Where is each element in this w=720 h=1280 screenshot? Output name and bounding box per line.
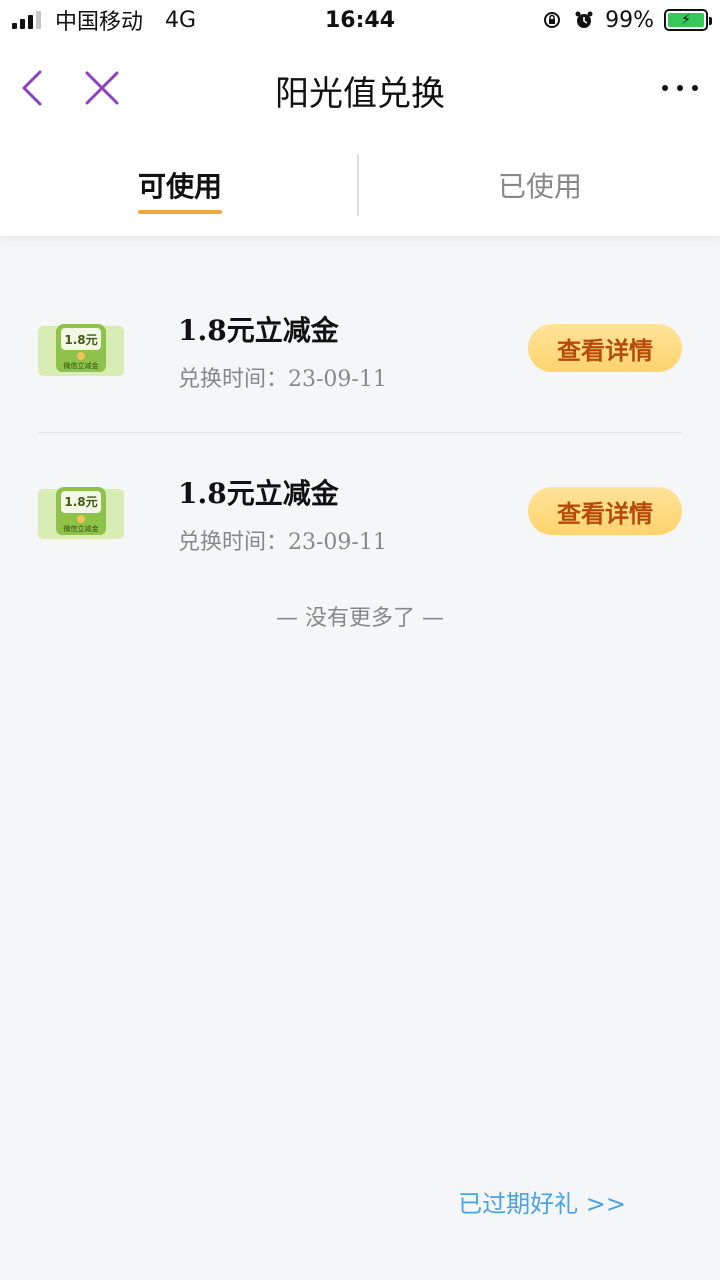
thumb-value: 1.8元 bbox=[61, 328, 101, 350]
tab-active-indicator bbox=[138, 210, 222, 214]
signal-icon bbox=[12, 11, 41, 29]
item-date: 兑换时间：23-09-11 bbox=[178, 529, 387, 555]
thumb-dot bbox=[77, 352, 85, 360]
more-dot-icon bbox=[677, 85, 683, 91]
battery-percent: 99% bbox=[605, 7, 654, 33]
list-item: 1.8元 微信立减金 1.8元立减金 兑换时间：23-09-11 查看详情 bbox=[38, 270, 682, 432]
battery-icon: ⚡ bbox=[664, 9, 712, 31]
thumb-sub: 微信立减金 bbox=[63, 524, 99, 533]
page-title: 阳光值兑换 bbox=[275, 74, 445, 114]
view-details-button[interactable]: 查看详情 bbox=[528, 487, 682, 535]
nav-bar: 阳光值兑换 bbox=[0, 40, 720, 134]
status-bar: 中国移动 4G 16:44 99% ⚡ bbox=[0, 0, 720, 40]
item-title: 1.8元立减金 bbox=[178, 476, 339, 510]
more-dot-icon bbox=[692, 85, 698, 91]
carrier-name: 中国移动 bbox=[55, 10, 144, 35]
voucher-thumbnail: 1.8元 微信立减金 bbox=[38, 486, 124, 539]
status-right: 99% ⚡ bbox=[541, 7, 712, 33]
item-date: 兑换时间：23-09-11 bbox=[178, 367, 387, 392]
voucher-thumbnail: 1.8元 微信立减金 bbox=[38, 324, 124, 376]
thumb-sub: 微信立减金 bbox=[63, 362, 99, 370]
thumb-dot bbox=[77, 514, 85, 523]
network-type: 4G bbox=[165, 7, 197, 33]
list-item: 1.8元 微信立减金 1.8元立减金 兑换时间：23-09-11 查看详情 bbox=[38, 432, 682, 594]
tab-available[interactable]: 可使用 bbox=[0, 134, 360, 236]
item-info: 1.8元立减金 兑换时间：23-09-11 bbox=[178, 472, 387, 556]
voucher-card-graphic: 1.8元 微信立减金 bbox=[56, 324, 106, 372]
more-dot-icon bbox=[662, 85, 668, 91]
thumb-value: 1.8元 bbox=[61, 490, 101, 513]
tab-used[interactable]: 已使用 bbox=[360, 134, 720, 236]
no-more-text: — 没有更多了 — bbox=[276, 606, 444, 631]
rotation-lock-icon bbox=[541, 9, 563, 31]
item-info: 1.8元立减金 兑换时间：23-09-11 bbox=[178, 309, 387, 393]
voucher-card-graphic: 1.8元 微信立减金 bbox=[56, 486, 106, 535]
tab-bar: 可使用 已使用 bbox=[0, 134, 720, 236]
more-button[interactable] bbox=[662, 80, 698, 96]
expired-gifts-link[interactable]: 已过期好礼 >> bbox=[458, 1184, 626, 1219]
status-left: 中国移动 4G bbox=[12, 4, 196, 36]
tab-available-label: 可使用 bbox=[137, 170, 222, 203]
view-details-button[interactable]: 查看详情 bbox=[528, 324, 682, 372]
battery-charging-icon: ⚡ bbox=[668, 12, 704, 28]
voucher-list: 1.8元 微信立减金 1.8元立减金 兑换时间：23-09-11 查看详情 1.… bbox=[38, 270, 682, 594]
alarm-icon bbox=[573, 9, 595, 31]
tab-used-label: 已使用 bbox=[497, 170, 582, 203]
tab-divider bbox=[357, 154, 359, 216]
item-title: 1.8元立减金 bbox=[178, 314, 339, 347]
